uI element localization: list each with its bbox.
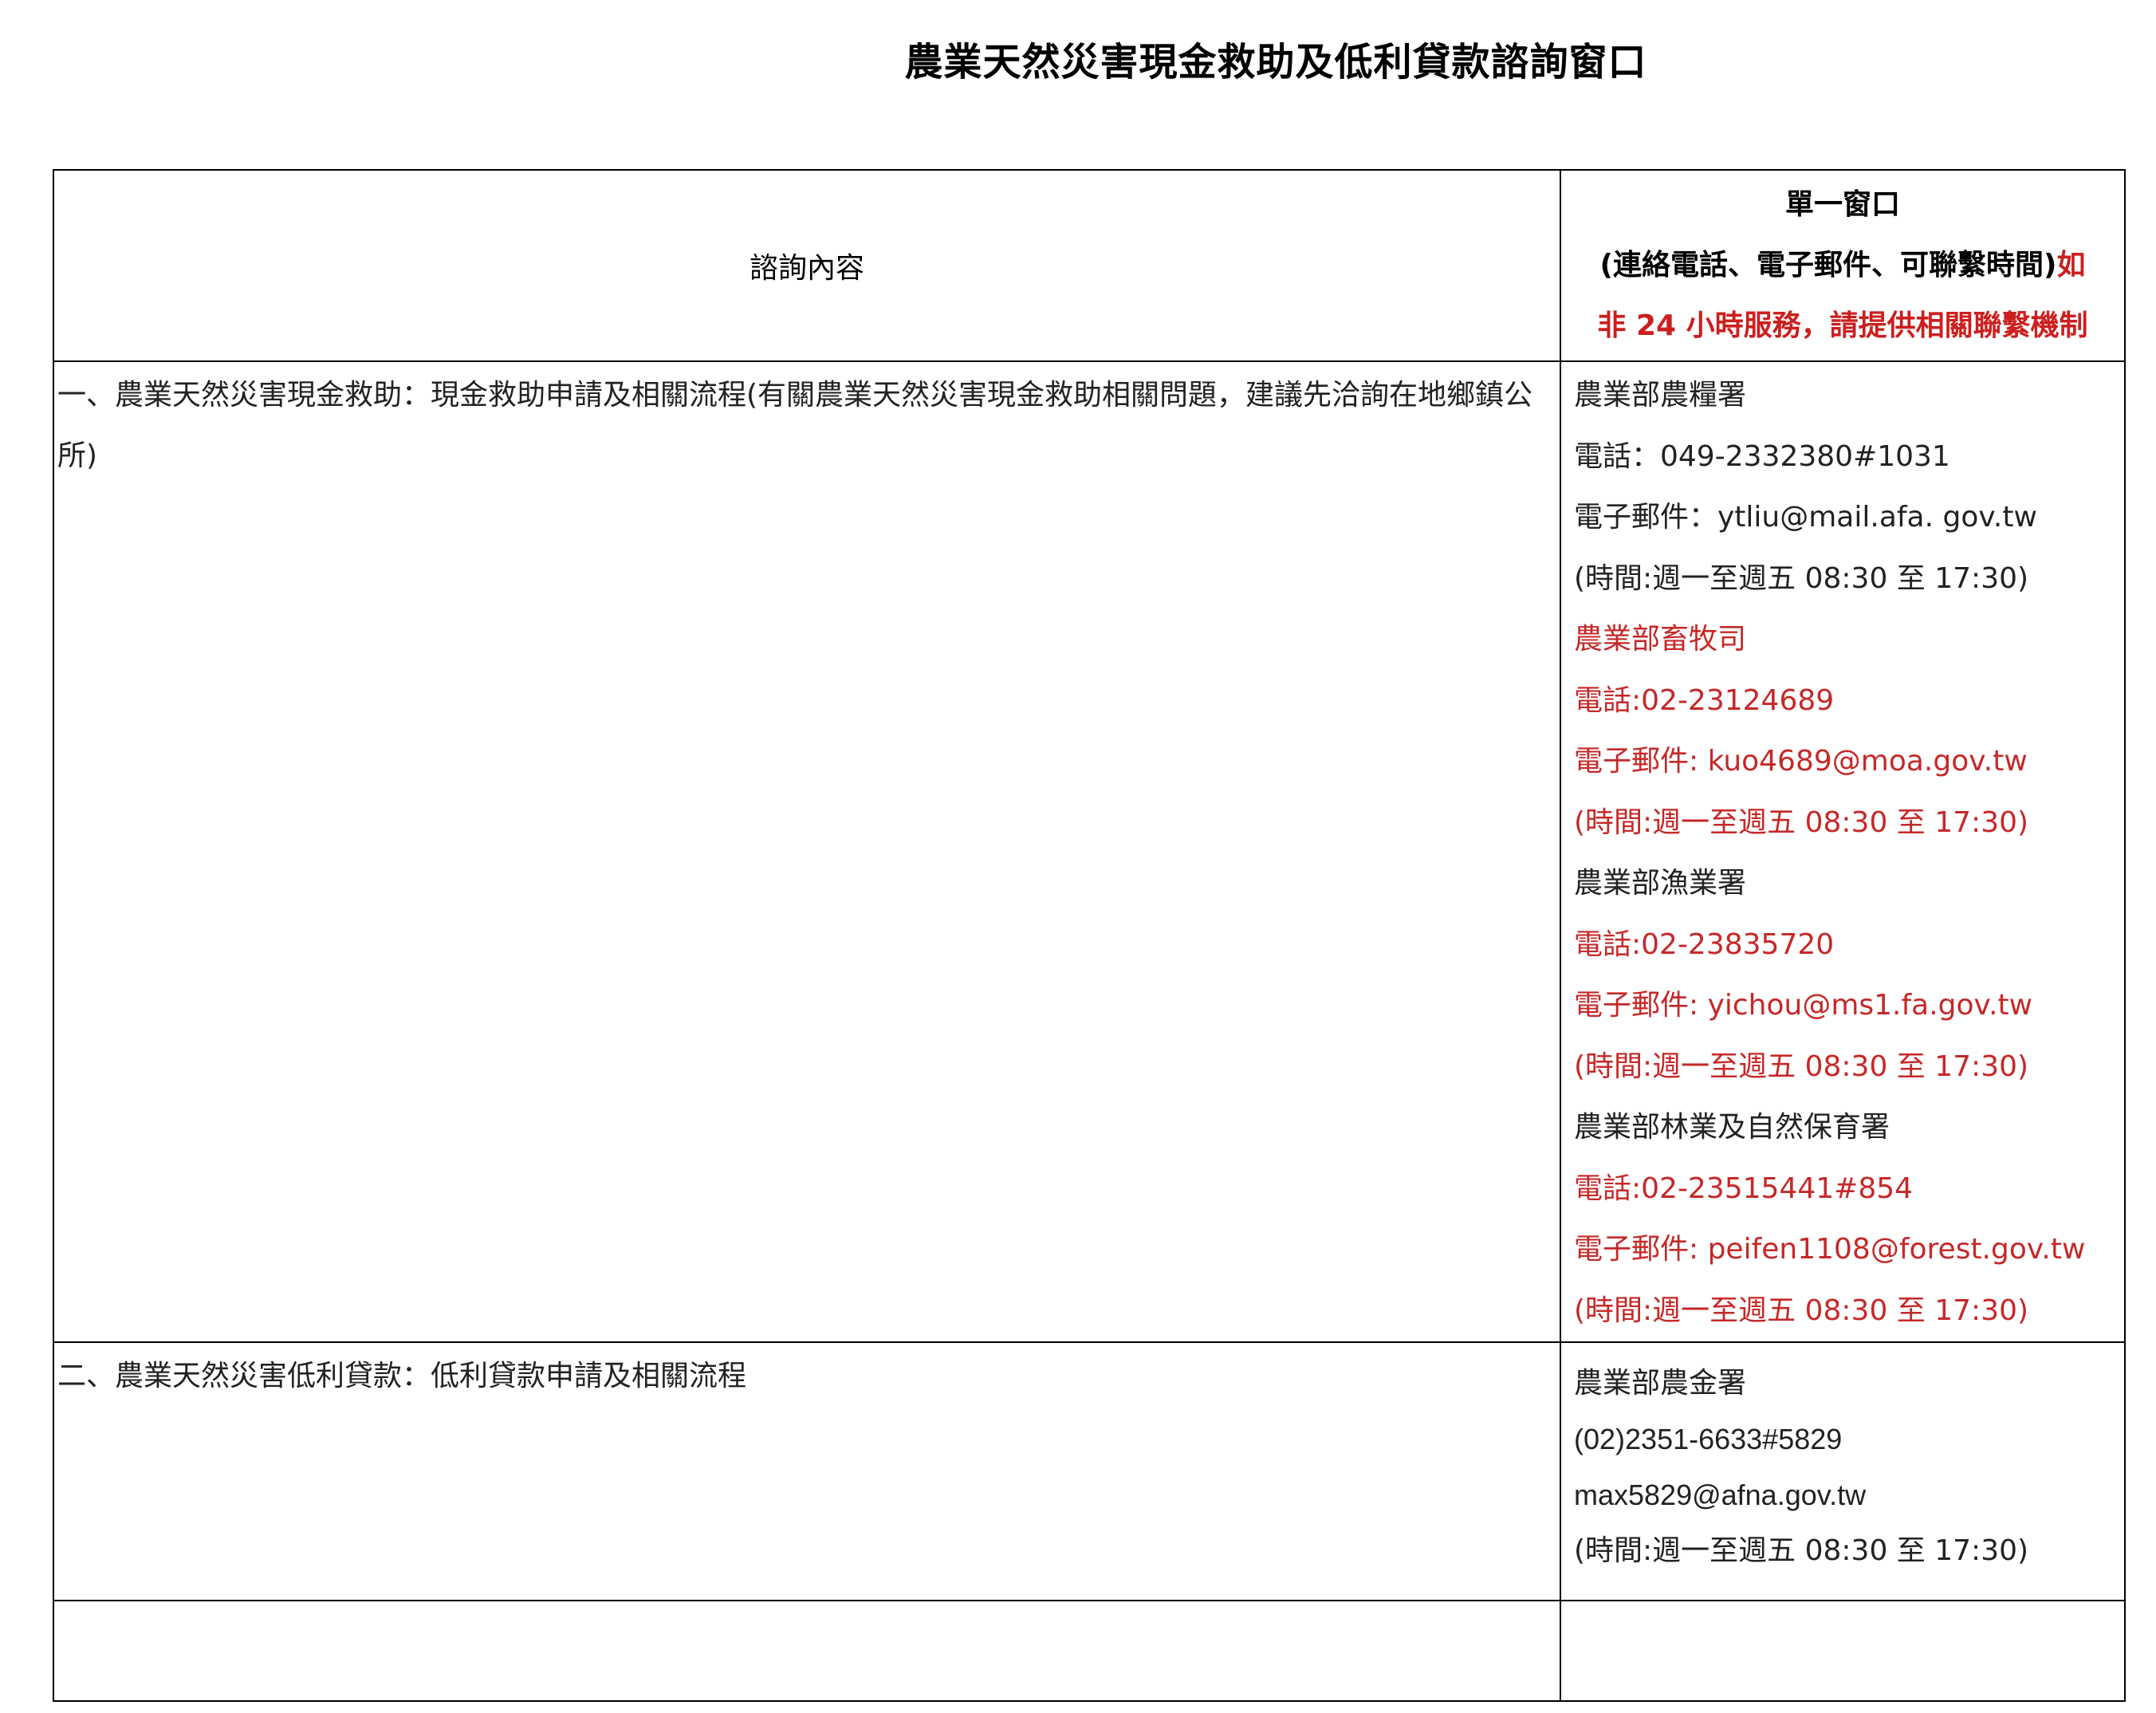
contact-email: 電子郵件: kuo4689@moa.gov.tw — [1574, 745, 2028, 778]
topic-cell — [53, 1600, 1561, 1702]
header-window-note-red-start: 如 — [2056, 249, 2086, 282]
header-content-label: 諮詢內容 — [749, 252, 864, 285]
header-window-note-red: 非 24 小時服務，請提供相關聯繫機制 — [1597, 309, 2088, 342]
contact-phone: 電話：049-2332380#1031 — [1574, 439, 1950, 473]
topic-text: 一、農業天然災害現金救助：現金救助申請及相關流程(有關農業天然災害現金救助相關問… — [57, 379, 1533, 472]
topic-cell: 一、農業天然災害現金救助：現金救助申請及相關流程(有關農業天然災害現金救助相關問… — [53, 360, 1561, 1343]
header-window-title: 單一窗口 — [1784, 188, 1900, 221]
contact-hours: (時間:週一至週五 08:30 至 17:30) — [1574, 1049, 2029, 1083]
topic-text: 二、農業天然災害低利貸款：低利貸款申請及相關流程 — [57, 1360, 747, 1392]
contact-hours: (時間:週一至週五 08:30 至 17:30) — [1574, 561, 2029, 595]
contact-email: 電子郵件: peifen1108@forest.gov.tw — [1574, 1233, 2086, 1266]
table-row — [53, 1600, 2126, 1702]
contact-list: 農業部農金署 (02)2351-6633#5829 max5829@afna.g… — [1561, 1343, 2124, 1579]
contact-hours: (時間:週一至週五 08:30 至 17:30) — [1574, 1534, 2029, 1567]
agency-name: 農業部農金署 — [1574, 1367, 1747, 1400]
contact-phone: 電話:02-23515441#854 — [1574, 1172, 1914, 1205]
contact-cell: 農業部農金署 (02)2351-6633#5829 max5829@afna.g… — [1560, 1341, 2126, 1601]
contact-phone: 電話:02-23835720 — [1574, 927, 1835, 961]
contact-hours: (時間:週一至週五 08:30 至 17:30) — [1574, 805, 2029, 839]
agency-name: 農業部漁業署 — [1574, 867, 1747, 900]
contact-email: 電子郵件: yichou@ms1.fa.gov.tw — [1574, 989, 2033, 1022]
agency-name: 農業部林業及自然保育署 — [1574, 1111, 1890, 1144]
contact-phone: (02)2351-6633#5829 — [1574, 1423, 1843, 1455]
table-header-row: 諮詢內容 單一窗口 (連絡電話、電子郵件、可聯繫時間)如 非 24 小時服務，請… — [53, 169, 2126, 362]
contact-phone: 電話:02-23124689 — [1574, 683, 1835, 717]
contact-hours: (時間:週一至週五 08:30 至 17:30) — [1574, 1294, 2029, 1327]
contact-cell — [1560, 1600, 2126, 1702]
table-row: 二、農業天然災害低利貸款：低利貸款申請及相關流程 農業部農金署 (02)2351… — [53, 1341, 2126, 1601]
contact-cell: 農業部農糧署 電話：049-2332380#1031 電子郵件：ytliu@ma… — [1560, 360, 2126, 1343]
header-window-subtitle: (連絡電話、電子郵件、可聯繫時間)如 — [1561, 235, 2124, 296]
header-cell-window: 單一窗口 (連絡電話、電子郵件、可聯繫時間)如 非 24 小時服務，請提供相關聯… — [1560, 169, 2126, 362]
page-title: 農業天然災害現金救助及低利貸款諮詢窗口 — [904, 40, 1647, 85]
consultation-table: 諮詢內容 單一窗口 (連絡電話、電子郵件、可聯繫時間)如 非 24 小時服務，請… — [53, 169, 2126, 1702]
table-row: 一、農業天然災害現金救助：現金救助申請及相關流程(有關農業天然災害現金救助相關問… — [53, 360, 2126, 1343]
topic-cell: 二、農業天然災害低利貸款：低利貸款申請及相關流程 — [53, 1341, 1561, 1601]
header-window-contact-note: (連絡電話、電子郵件、可聯繫時間) — [1599, 249, 2057, 282]
agency-name: 農業部農糧署 — [1574, 379, 1747, 412]
contact-email: max5829@afna.gov.tw — [1574, 1479, 1867, 1511]
agency-name: 農業部畜牧司 — [1574, 623, 1747, 656]
contact-email: 電子郵件：ytliu@mail.afa. gov.tw — [1574, 501, 2037, 534]
contact-list: 農業部農糧署 電話：049-2332380#1031 電子郵件：ytliu@ma… — [1561, 362, 2124, 1341]
header-cell-content: 諮詢內容 — [53, 169, 1561, 362]
